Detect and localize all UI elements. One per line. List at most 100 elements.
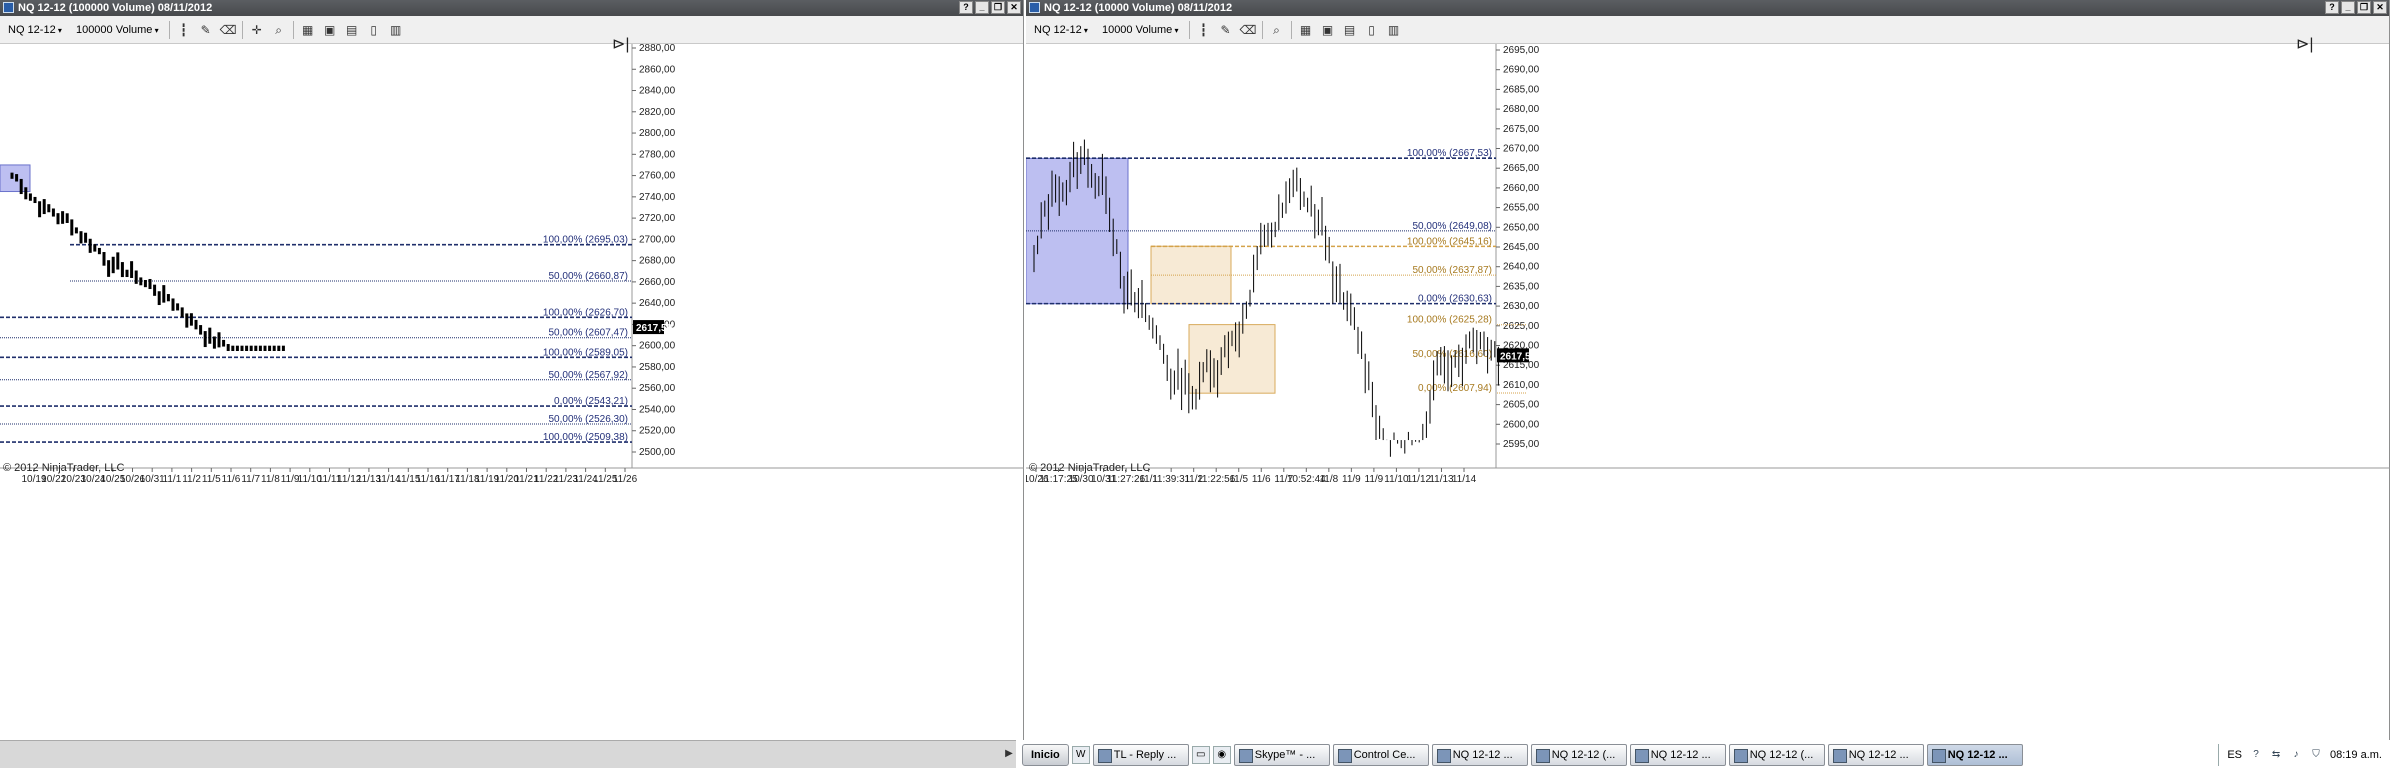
browser-icon[interactable]: ◉ — [1212, 745, 1231, 764]
close-button[interactable]: ✕ — [1007, 1, 1021, 14]
x-tick-label: 11/9 — [1365, 474, 1384, 485]
chart-toolbar: NQ 12-12 100000 Volume ┇ ✎ ⌫ ✛ ⌕ ▦ ▣ ▤ ▯… — [0, 16, 1023, 44]
pencil-icon[interactable]: ✎ — [1218, 22, 1234, 38]
y-tick-label: 2655,00 — [1503, 203, 1540, 214]
instrument-selector[interactable]: NQ 12-12 — [4, 24, 66, 36]
taskbar-item[interactable]: NQ 12-12 ... — [1629, 743, 1726, 766]
fibonacci-level-label: 0,00% (2630,63) — [1418, 294, 1492, 305]
price-chart-left[interactable]: 2880,00 2860,00 2840,00 2820,00 2800,00 2780,… — [0, 36, 1024, 743]
y-tick-label: 2660,00 — [1503, 183, 1540, 194]
y-tick-label: 2665,00 — [1503, 163, 1540, 174]
properties-icon[interactable]: ▤ — [1342, 22, 1358, 38]
title-bar[interactable]: NQ 12-12 (10000 Volume) 08/11/2012 ? _ ❐… — [1026, 0, 2389, 16]
chart-canvas[interactable]: 2880,00 2860,00 2840,00 2820,00 2800,00 2780,… — [0, 43, 1024, 740]
y-tick-label: 2820,00 — [639, 107, 676, 118]
taskbar-item[interactable]: NQ 12-12 ... — [1827, 743, 1924, 766]
taskbar-item[interactable]: NQ 12-12 (... — [1728, 743, 1825, 766]
scroll-to-end-icon[interactable]: ⊳| — [612, 34, 630, 54]
horizontal-scrollbar[interactable]: ▶ — [0, 740, 1016, 768]
fibonacci-level-label: 100,00% (2625,28) — [1407, 315, 1492, 326]
y-tick-label: 2600,00 — [639, 341, 676, 352]
y-tick-label: 2880,00 — [639, 44, 676, 54]
folder-icon[interactable]: ▭ — [1191, 745, 1210, 764]
period-selector[interactable]: 10000 Volume — [1098, 24, 1183, 36]
y-tick-label: 2580,00 — [639, 362, 676, 373]
help-button[interactable]: ? — [959, 1, 973, 14]
zoom-icon[interactable]: ⌕ — [1269, 22, 1285, 38]
y-tick-label: 2685,00 — [1503, 84, 1540, 95]
taskbar-item[interactable]: NQ 12-12 (... — [1530, 743, 1627, 766]
indicators-icon[interactable]: ▦ — [1298, 22, 1314, 38]
word-icon[interactable]: W — [1071, 745, 1090, 764]
taskbar-item[interactable]: NQ 12-12 ... — [1431, 743, 1528, 766]
start-button[interactable]: Inicio — [1022, 743, 1069, 766]
y-tick-label: 2840,00 — [639, 86, 676, 97]
y-tick-label: 2860,00 — [639, 64, 676, 75]
fibonacci-level-label: 50,00% (2616,60) — [1412, 349, 1492, 360]
fibonacci-level-label: 50,00% (2526,30) — [548, 414, 628, 425]
data-box-icon[interactable]: ▯ — [1364, 22, 1380, 38]
bar-style-icon[interactable]: ┇ — [176, 22, 192, 38]
volume-icon[interactable]: ♪ — [2290, 749, 2302, 761]
help-icon[interactable]: ? — [2250, 749, 2262, 761]
restore-button[interactable]: ❐ — [2357, 1, 2371, 14]
x-tick-label: 10/31 — [140, 474, 165, 485]
minimize-button[interactable]: _ — [975, 1, 989, 14]
eraser-icon[interactable]: ⌫ — [1240, 22, 1257, 38]
separator — [168, 20, 170, 39]
app-icon — [3, 2, 14, 13]
eraser-icon[interactable]: ⌫ — [220, 22, 237, 38]
indicators-icon[interactable]: ▦ — [300, 22, 316, 38]
y-tick-label: 2520,00 — [639, 426, 676, 437]
restore-button[interactable]: ❐ — [991, 1, 1005, 14]
language-indicator[interactable]: ES — [2227, 749, 2242, 761]
scroll-to-end-icon[interactable]: ⊳| — [2296, 34, 2314, 54]
title-bar[interactable]: NQ 12-12 (100000 Volume) 08/11/2012 ? _ … — [0, 0, 1023, 16]
taskbar-item[interactable]: Control Ce... — [1332, 743, 1429, 766]
zoom-icon[interactable]: ⌕ — [271, 22, 287, 38]
y-tick-label: 2660,00 — [639, 277, 676, 288]
strategies-icon[interactable]: ▣ — [322, 22, 338, 38]
help-button[interactable]: ? — [2325, 1, 2339, 14]
data-box-icon[interactable]: ▯ — [366, 22, 382, 38]
fibonacci-level-label: 50,00% (2607,47) — [548, 328, 628, 339]
y-tick-label: 2645,00 — [1503, 242, 1540, 253]
x-tick-label: 11/9 — [1342, 474, 1361, 485]
bar-style-icon[interactable]: ┇ — [1196, 22, 1212, 38]
separator — [1188, 20, 1190, 39]
x-tick-label: 11/10 — [1384, 474, 1409, 485]
crosshair-icon[interactable]: ✛ — [249, 22, 265, 38]
shield-icon[interactable]: ⛉ — [2310, 749, 2322, 761]
y-tick-label: 2695,00 — [1503, 45, 1540, 56]
taskbar-item-active[interactable]: NQ 12-12 ... — [1926, 743, 2023, 766]
chart-canvas[interactable]: 2695,00 2690,00 2685,00 2680,00 2675,00 2670,… — [1023, 44, 2390, 740]
close-button[interactable]: ✕ — [2373, 1, 2387, 14]
network-icon[interactable]: ⇆ — [2270, 749, 2282, 761]
y-tick-label: 2610,00 — [1503, 380, 1540, 391]
y-tick-label: 2560,00 — [639, 383, 676, 394]
strategies-icon[interactable]: ▣ — [1320, 22, 1336, 38]
properties-icon[interactable]: ▤ — [344, 22, 360, 38]
pencil-icon[interactable]: ✎ — [198, 22, 214, 38]
current-price-label: 2617,50 — [636, 323, 673, 334]
fibonacci-level-label: 50,00% (2649,08) — [1412, 221, 1492, 232]
x-tick-label: 11/1 — [163, 474, 182, 485]
y-tick-label: 2780,00 — [639, 149, 676, 160]
window-title: NQ 12-12 (10000 Volume) 08/11/2012 — [1044, 2, 1233, 14]
separator — [241, 20, 243, 39]
y-tick-label: 2500,00 — [639, 447, 676, 458]
minimize-button[interactable]: _ — [2341, 1, 2355, 14]
taskbar-item[interactable]: Skype™ - ... — [1233, 743, 1330, 766]
y-tick-label: 2740,00 — [639, 192, 676, 203]
price-chart-right[interactable]: 2695,00 2690,00 2685,00 2680,00 2675,00 2670,… — [1023, 36, 2390, 743]
x-tick-label: 11/13 — [1429, 474, 1454, 485]
taskbar-item[interactable]: TL - Reply ... — [1092, 743, 1189, 766]
x-tick-label: 11/12 — [1407, 474, 1432, 485]
chart-trader-icon[interactable]: ▥ — [388, 22, 404, 38]
scroll-right-arrow-icon[interactable]: ▶ — [1002, 745, 1016, 763]
period-selector[interactable]: 100000 Volume — [72, 24, 163, 36]
system-tray: ES ? ⇆ ♪ ⛉ 08:19 a.m. — [2218, 743, 2390, 766]
x-tick-label: 11/5 — [202, 474, 221, 485]
chart-trader-icon[interactable]: ▥ — [1386, 22, 1402, 38]
instrument-selector[interactable]: NQ 12-12 — [1030, 24, 1092, 36]
